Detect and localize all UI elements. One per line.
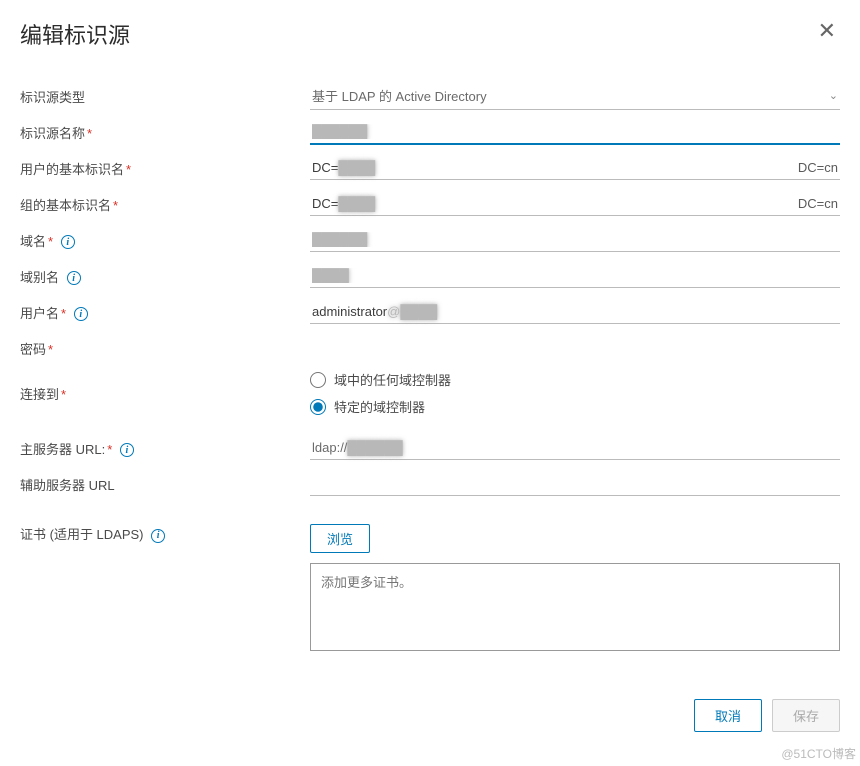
identity-source-name-input[interactable] — [310, 120, 840, 145]
user-dn-prefix: DC= — [312, 160, 338, 175]
connect-to-any-radio[interactable] — [310, 372, 326, 388]
browse-button[interactable]: 浏览 — [310, 524, 370, 553]
primary-url-label: 主服务器 URL:* i — [20, 439, 310, 458]
cert-label: 证书 (适用于 LDAPS) i — [20, 524, 310, 543]
group-dn-prefix: DC= — [312, 196, 338, 211]
username-label: 用户名* i — [20, 303, 310, 322]
username-value: @████ — [387, 304, 838, 319]
group-dn-mid: ████ — [338, 196, 798, 211]
close-icon[interactable]: ✕ — [814, 18, 840, 44]
save-button: 保存 — [772, 699, 840, 732]
group-dn-suffix: DC=cn — [798, 196, 838, 211]
password-label: 密码* — [20, 339, 310, 358]
primary-url-prefix: ldap:// — [312, 440, 347, 455]
identity-source-type-label: 标识源类型 — [20, 87, 310, 106]
primary-url-input[interactable]: ldap:// ██████ — [310, 436, 840, 460]
secondary-url-label: 辅助服务器 URL — [20, 475, 310, 494]
chevron-down-icon: ⌄ — [829, 89, 838, 102]
info-icon[interactable]: i — [61, 235, 75, 249]
password-input[interactable] — [310, 337, 840, 360]
identity-source-name-label: 标识源名称* — [20, 123, 310, 142]
info-icon[interactable]: i — [151, 529, 165, 543]
dialog-title: 编辑标识源 — [20, 18, 130, 50]
username-input[interactable]: administrator @████ — [310, 300, 840, 324]
info-icon[interactable]: i — [74, 307, 88, 321]
cancel-button[interactable]: 取消 — [694, 699, 762, 732]
group-dn-label: 组的基本标识名* — [20, 195, 310, 214]
user-dn-mid: ████ — [338, 160, 798, 175]
cert-textarea[interactable] — [310, 563, 840, 651]
connect-to-any-label: 域中的任何域控制器 — [334, 370, 451, 389]
domain-alias-label: 域别名 i — [20, 267, 310, 286]
domain-name-input[interactable] — [310, 228, 840, 252]
user-dn-input[interactable]: DC= ████ DC=cn — [310, 156, 840, 180]
connect-to-label: 连接到* — [20, 384, 310, 403]
identity-source-type-value: 基于 LDAP 的 Active Directory — [312, 86, 487, 105]
username-prefix: administrator — [312, 304, 387, 319]
domain-name-label: 域名* i — [20, 231, 310, 250]
domain-alias-input[interactable] — [310, 264, 840, 288]
info-icon[interactable]: i — [67, 271, 81, 285]
identity-source-type-select[interactable]: 基于 LDAP 的 Active Directory ⌄ — [310, 82, 840, 110]
connect-to-specific-label: 特定的域控制器 — [334, 397, 425, 416]
info-icon[interactable]: i — [120, 443, 134, 457]
secondary-url-input[interactable] — [310, 472, 840, 496]
connect-to-specific-radio[interactable] — [310, 399, 326, 415]
group-dn-input[interactable]: DC= ████ DC=cn — [310, 192, 840, 216]
primary-url-value: ██████ — [347, 440, 838, 455]
watermark: @51CTO博客 — [781, 745, 856, 762]
user-dn-suffix: DC=cn — [798, 160, 838, 175]
user-dn-label: 用户的基本标识名* — [20, 159, 310, 178]
